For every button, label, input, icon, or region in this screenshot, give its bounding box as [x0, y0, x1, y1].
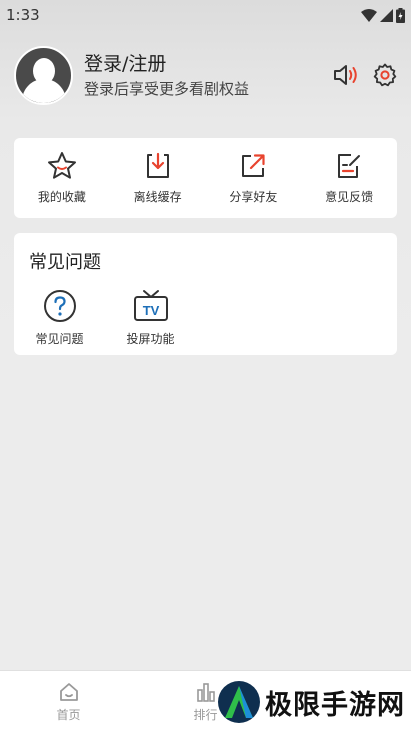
- faq-card: 常见问题 常见问题 TV 投屏功能: [14, 233, 397, 355]
- profile-header[interactable]: 登录/注册 登录后享受更多看剧权益: [14, 45, 397, 105]
- feedback-icon: [338, 154, 361, 178]
- gear-icon[interactable]: [373, 63, 397, 87]
- watermark-text: 极限手游网: [265, 689, 405, 721]
- star-icon: [47, 152, 76, 179]
- tab-home-label: 首页: [56, 708, 81, 722]
- rank-icon: [196, 683, 215, 702]
- favorites-button[interactable]: 我的收藏: [14, 138, 110, 218]
- login-benefit-subtitle: 登录后享受更多看剧权益: [84, 79, 250, 98]
- cast-screen-button[interactable]: TV 投屏功能: [105, 289, 196, 347]
- feedback-button[interactable]: 意见反馈: [301, 138, 397, 218]
- tv-icon-text: TV: [142, 303, 159, 318]
- offline-cache-button[interactable]: 离线缓存: [110, 138, 206, 218]
- share-icon: [242, 154, 265, 177]
- feedback-label: 意见反馈: [325, 190, 374, 204]
- offline-cache-label: 离线缓存: [133, 190, 182, 204]
- tab-home[interactable]: 首页: [0, 671, 137, 732]
- home-icon: [59, 683, 78, 701]
- download-icon: [146, 152, 169, 178]
- cast-screen-label: 投屏功能: [126, 332, 175, 346]
- tv-icon: TV: [133, 290, 168, 321]
- login-register-title[interactable]: 登录/注册: [84, 52, 333, 76]
- watermark-logo-icon: [218, 681, 260, 723]
- question-icon: [43, 290, 76, 322]
- watermark: 极限手游网: [217, 680, 405, 724]
- status-time: 1:33: [6, 6, 40, 24]
- faq-button[interactable]: 常见问题: [14, 289, 105, 347]
- faq-section-title: 常见问题: [29, 252, 101, 273]
- status-bar: 1:33: [0, 0, 411, 30]
- wifi-icon: [361, 8, 377, 22]
- tab-rank-label: 排行: [193, 708, 218, 722]
- speaker-icon[interactable]: [333, 63, 359, 87]
- faq-label: 常见问题: [35, 332, 84, 346]
- status-icons: [361, 7, 405, 23]
- share-friends-label: 分享好友: [229, 190, 278, 204]
- share-friends-button[interactable]: 分享好友: [206, 138, 302, 218]
- quick-actions-card: 我的收藏 离线缓存 分享好友 意见反馈: [14, 138, 397, 218]
- signal-icon: [380, 8, 393, 22]
- avatar[interactable]: [14, 45, 73, 105]
- battery-icon: [396, 7, 405, 23]
- favorites-label: 我的收藏: [37, 190, 86, 204]
